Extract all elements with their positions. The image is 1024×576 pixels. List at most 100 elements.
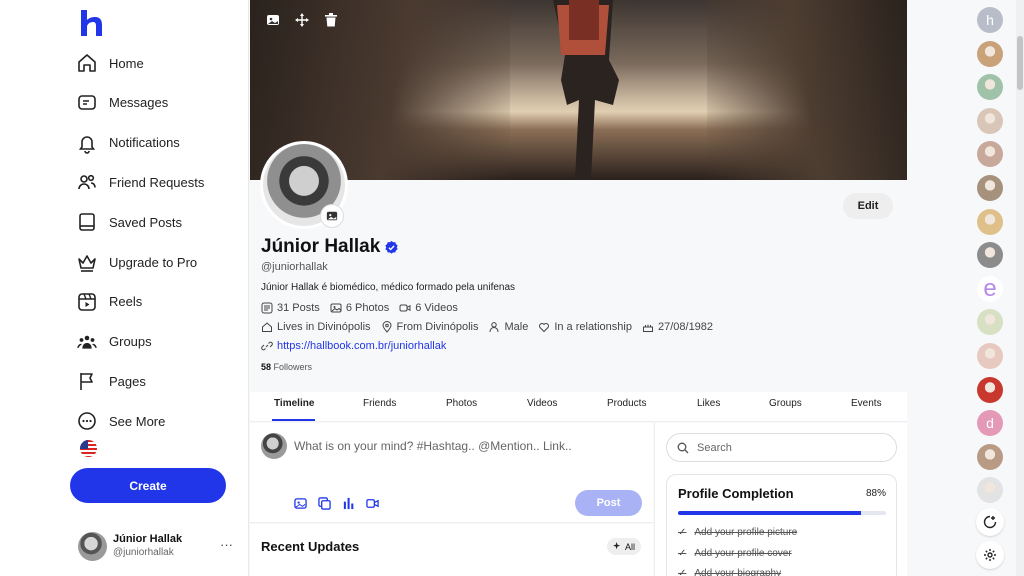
sidebar-item-label: Upgrade to Pro — [109, 254, 198, 270]
contact-avatar[interactable] — [977, 309, 1003, 336]
cover-reposition-icon[interactable] — [292, 10, 312, 30]
contact-avatar[interactable] — [977, 107, 1003, 134]
completion-task-label: Add your profile cover — [694, 547, 792, 559]
photos-count[interactable]: 6 Photos — [330, 302, 389, 314]
user-menu-button[interactable]: ··· — [220, 537, 233, 552]
current-user-avatar — [78, 532, 107, 561]
add-photo-icon[interactable] — [292, 495, 308, 511]
sidebar-item-home[interactable]: Home — [76, 48, 144, 78]
gender-label: Male — [504, 321, 529, 333]
recent-updates-filter[interactable]: All — [607, 538, 642, 555]
profile-handle: @juniorhallak — [261, 261, 328, 273]
sidebar-item-pages[interactable]: Pages — [76, 366, 146, 396]
add-poll-icon[interactable] — [340, 495, 356, 511]
contact-avatar[interactable]: h — [977, 7, 1003, 33]
posts-count[interactable]: 31 Posts — [261, 302, 320, 314]
sidebar-item-label: Notifications — [109, 135, 180, 151]
completion-task[interactable]: ✓ Add your biography — [678, 568, 781, 576]
contact-avatar[interactable] — [977, 175, 1003, 201]
birthday-label: 27/08/1982 — [657, 321, 714, 333]
groups-icon — [76, 331, 98, 353]
contact-avatar[interactable] — [977, 242, 1003, 269]
bookmark-icon — [76, 211, 98, 233]
new-chat-icon[interactable] — [976, 508, 1004, 536]
sidebar-item-messages[interactable]: Messages — [76, 88, 168, 118]
cover-delete-icon[interactable] — [321, 10, 341, 30]
messages-icon — [76, 92, 98, 114]
posts-count-label: 31 Posts — [277, 302, 320, 314]
sidebar-item-reels[interactable]: Reels — [76, 287, 142, 317]
sidebar-item-friend-requests[interactable]: Friend Requests — [76, 167, 204, 197]
us-flag-icon[interactable] — [80, 440, 97, 457]
profile-website-link[interactable]: https://hallbook.com.br/juniorhallak — [277, 340, 446, 352]
home-icon — [76, 52, 98, 74]
add-video-icon[interactable] — [364, 495, 380, 511]
sidebar-item-saved-posts[interactable]: Saved Posts — [76, 207, 182, 237]
more-icon — [76, 410, 98, 432]
birthday: 27/08/1982 — [642, 321, 713, 333]
sidebar-item-label: Pages — [109, 373, 146, 389]
current-user-handle: @juniorhallak — [113, 547, 174, 558]
page-scrollbar[interactable] — [1016, 0, 1024, 576]
contact-avatar[interactable]: e — [977, 275, 1003, 302]
cover-upload-icon[interactable] — [263, 10, 283, 30]
post-button[interactable]: Post — [575, 490, 642, 516]
contact-avatar-letter: d — [986, 415, 994, 432]
verified-badge-icon — [385, 240, 398, 254]
contact-avatar[interactable] — [977, 443, 1003, 470]
profile-main: Edit Júnior Hallak @juniorhallak Júnior … — [250, 0, 907, 576]
tab-videos[interactable]: Videos — [527, 398, 557, 409]
tab-photos[interactable]: Photos — [446, 398, 477, 409]
photos-icon — [330, 303, 342, 313]
search-input[interactable]: Search — [666, 433, 897, 462]
current-user-card[interactable]: Júnior Hallak @juniorhallak ··· — [78, 531, 238, 563]
current-user-name: Júnior Hallak — [113, 533, 183, 545]
tab-products[interactable]: Products — [607, 398, 646, 409]
scrollbar-thumb[interactable] — [1017, 36, 1023, 90]
recent-updates-header: Recent Updates All — [250, 524, 653, 576]
followers-count[interactable]: 58 Followers — [261, 362, 312, 372]
cover-photo — [250, 0, 907, 180]
sidebar-item-see-more[interactable]: See More — [76, 406, 165, 436]
right-column: Search Profile Completion 88% ✓ Add your … — [654, 423, 907, 576]
completion-task[interactable]: ✓ Add your profile cover — [678, 548, 792, 559]
sidebar-item-upgrade-to-pro[interactable]: Upgrade to Pro — [76, 247, 197, 277]
search-placeholder: Search — [697, 441, 732, 454]
videos-count-label: 6 Videos — [415, 302, 458, 314]
contact-avatar[interactable]: d — [977, 410, 1003, 437]
contact-avatar-letter: h — [986, 12, 994, 28]
photos-count-label: 6 Photos — [345, 302, 390, 314]
contact-avatar[interactable] — [977, 40, 1003, 67]
relationship: In a relationship — [538, 321, 632, 333]
contact-avatar[interactable] — [977, 343, 1003, 369]
tab-events[interactable]: Events — [851, 398, 882, 409]
person-icon — [489, 322, 499, 333]
contact-avatar[interactable] — [977, 74, 1003, 101]
tab-timeline[interactable]: Timeline — [274, 398, 314, 409]
hallbook-logo[interactable] — [78, 8, 104, 38]
contact-avatar[interactable] — [977, 141, 1003, 168]
completion-task[interactable]: ✓ Add your profile picture — [678, 527, 797, 538]
tab-likes[interactable]: Likes — [697, 398, 720, 409]
sidebar-item-label: Reels — [109, 294, 143, 310]
sidebar-item-groups[interactable]: Groups — [76, 327, 152, 357]
sidebar-item-notifications[interactable]: Notifications — [76, 128, 180, 158]
sidebar-item-label: Home — [109, 55, 144, 71]
left-sidebar: Home Messages Notifications Friend Requests… — [0, 0, 249, 576]
contact-avatar[interactable] — [977, 208, 1003, 235]
profile-completion-percent: 88% — [865, 488, 886, 499]
profile-completion-fill — [678, 511, 862, 515]
tab-groups[interactable]: Groups — [769, 398, 802, 409]
create-button[interactable]: Create — [70, 468, 226, 503]
profile-tabs: Timeline Friends Photos Videos Products Likes… — [250, 392, 907, 422]
tab-friends[interactable]: Friends — [363, 398, 396, 409]
add-gallery-icon[interactable] — [316, 495, 332, 511]
videos-count[interactable]: 6 Videos — [399, 302, 458, 314]
profile-picture-upload-icon[interactable] — [321, 205, 343, 227]
composer-input[interactable]: What is on your mind? #Hashtag.. @Mentio… — [294, 439, 572, 453]
flag-icon — [76, 370, 98, 392]
contact-avatar[interactable] — [977, 477, 1003, 504]
contact-avatar[interactable] — [977, 376, 1003, 403]
edit-profile-button[interactable]: Edit — [843, 193, 893, 219]
chat-settings-icon[interactable] — [976, 541, 1004, 569]
